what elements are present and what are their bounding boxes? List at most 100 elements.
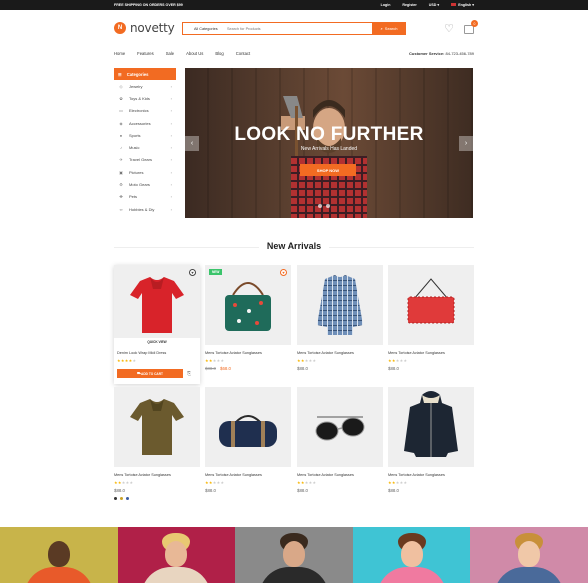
slider-dot[interactable]	[318, 204, 322, 208]
search-input[interactable]	[227, 23, 372, 34]
banner-subtitle: New Arrivals Has Landed	[300, 146, 358, 152]
hero-banner: LOOK NO FURTHER New Arrivals Has Landed …	[185, 68, 473, 218]
register-link[interactable]: Register	[402, 3, 416, 7]
product-price: $88.0	[205, 488, 216, 493]
nav-blog[interactable]: Blog	[215, 51, 223, 56]
category-menu-header[interactable]: ☰ Categories	[114, 68, 176, 80]
category-item-sports[interactable]: ● Sports ›	[114, 129, 176, 141]
product-image[interactable]	[388, 265, 474, 345]
promo-text: FREE SHIPPING ON ORDERS OVER $99	[114, 3, 183, 7]
product-card[interactable]: Mens Tortoise Aviator Sunglasses ★★★★★ $…	[114, 387, 200, 500]
nav-sale[interactable]: Sale	[166, 51, 174, 56]
rating-stars: ★★★★★	[297, 358, 317, 363]
product-image[interactable]	[297, 387, 383, 467]
color-swatches	[114, 497, 200, 500]
product-name[interactable]: Mens Tortoise Aviator Sunglasses	[388, 351, 474, 355]
category-label: Moto Gears	[129, 182, 150, 188]
product-card[interactable]: Mens Tortoise Aviator Sunglasses ★★★★★ $…	[297, 387, 383, 493]
product-card[interactable]: Mens Tortoise Aviator Sunglasses ★★★★★ $…	[388, 387, 474, 493]
product-name[interactable]: Mens Tortoise Aviator Sunglasses	[297, 473, 383, 477]
product-card[interactable]: Mens Tortoise Aviator Sunglasses ★★★★★ $…	[388, 265, 474, 371]
search-category-select[interactable]: All Categories	[183, 27, 227, 31]
slider-prev-arrow[interactable]: ‹	[185, 136, 199, 151]
clothing-shape	[23, 567, 94, 583]
red-clutch-image	[407, 278, 455, 324]
music-icon: ♪	[120, 145, 122, 151]
slider-dot[interactable]	[326, 204, 330, 208]
promo-tile-fashion[interactable]	[352, 527, 471, 583]
product-card[interactable]: ♥ QUICK VIEW Denim Look Wrap Midi Dress …	[114, 265, 200, 384]
product-image[interactable]	[205, 387, 291, 467]
color-swatch[interactable]	[126, 497, 129, 500]
bike-icon: ∞	[119, 206, 123, 212]
product-card[interactable]: NEW ♥ Mens Tortoise Aviator Sunglasses ★…	[205, 265, 291, 371]
category-label: Music	[129, 145, 140, 151]
category-item-pictures[interactable]: ▣ Pictures ›	[114, 166, 176, 178]
logo-mark: N	[114, 22, 126, 34]
product-card[interactable]: Mens Tortoise Aviator Sunglasses ★★★★★ $…	[205, 387, 291, 493]
chevron-right-icon: ›	[170, 120, 172, 126]
search-button-label: Search	[384, 26, 398, 31]
color-swatch[interactable]	[120, 497, 123, 500]
category-item-accessories[interactable]: ◈ Accessories ›	[114, 117, 176, 129]
product-image[interactable]	[297, 265, 383, 345]
person-head	[282, 541, 305, 567]
nav-about-us[interactable]: About Us	[186, 51, 203, 56]
category-item-toys[interactable]: ✿ Toys & Kids ›	[114, 92, 176, 104]
login-link[interactable]: Login	[381, 3, 391, 7]
product-image[interactable]	[388, 387, 474, 467]
promo-tile-men[interactable]	[0, 527, 118, 583]
nav-contact[interactable]: Contact	[236, 51, 250, 56]
wishlist-heart-icon[interactable]: ♥	[280, 269, 287, 276]
promo-tile-accessories[interactable]	[235, 527, 353, 583]
add-to-cart-button[interactable]: ⛟ ADD TO CART	[117, 369, 183, 378]
category-item-music[interactable]: ♪ Music ›	[114, 141, 176, 153]
product-price: $88.0	[297, 488, 308, 493]
currency-label: USD	[428, 3, 437, 7]
color-swatch[interactable]	[114, 497, 117, 500]
category-item-electronics[interactable]: ▭ Electronics ›	[114, 105, 176, 117]
shopping-bag-icon[interactable]: 0	[464, 20, 478, 34]
plaid-shirt-image	[317, 275, 363, 335]
rating-stars: ★★★★★	[205, 358, 225, 363]
nav-features[interactable]: Features	[137, 51, 154, 56]
search-icon: ⌕	[380, 26, 383, 31]
add-to-cart-label: ADD TO CART	[141, 371, 163, 376]
compare-icon[interactable]: ⎘	[187, 371, 191, 377]
product-image[interactable]: NEW ♥	[205, 265, 291, 345]
category-item-jewelry[interactable]: ◇ Jewelry ›	[114, 80, 176, 92]
language-select[interactable]: English ▾	[451, 3, 474, 7]
heart-icon[interactable]: ♡	[444, 24, 454, 35]
menu-icon: ☰	[118, 71, 122, 77]
flag-icon	[451, 3, 457, 6]
category-menu-title: Categories	[126, 71, 149, 77]
logo-text: novetty	[130, 21, 175, 35]
product-image[interactable]	[114, 387, 200, 467]
shop-now-button[interactable]: SHOP NOW	[300, 164, 356, 176]
product-image[interactable]: ♥ QUICK VIEW	[114, 265, 200, 345]
red-polo-shirt-image	[130, 277, 184, 333]
currency-select[interactable]: USD ▾	[429, 3, 439, 7]
product-name[interactable]: Mens Tortoise Aviator Sunglasses	[297, 351, 383, 355]
search-button[interactable]: ⌕ Search	[372, 22, 406, 35]
category-item-pets[interactable]: ✤ Pets ›	[114, 191, 176, 203]
nav-home[interactable]: Home	[114, 51, 125, 56]
product-name[interactable]: Mens Tortoise Aviator Sunglasses	[205, 473, 291, 477]
category-item-hobbies[interactable]: ∞ Hobbies & Diy ›	[114, 203, 176, 215]
product-name[interactable]: Denim Look Wrap Midi Dress	[114, 351, 200, 355]
product-name[interactable]: Mens Tortoise Aviator Sunglasses	[205, 351, 291, 355]
promo-tile-women[interactable]	[117, 527, 236, 583]
category-label: Travel Gears	[129, 157, 152, 163]
product-card[interactable]: Mens Tortoise Aviator Sunglasses ★★★★★ $…	[297, 265, 383, 371]
old-price: $88.0	[205, 366, 216, 371]
quick-view-button[interactable]: QUICK VIEW	[114, 338, 200, 345]
product-price: $88.0	[114, 488, 125, 493]
category-item-travel-gears[interactable]: ✈ Travel Gears ›	[114, 154, 176, 166]
category-item-moto-gears[interactable]: ⚙ Moto Gears ›	[114, 178, 176, 190]
product-name[interactable]: Mens Tortoise Aviator Sunglasses	[114, 473, 200, 477]
slider-next-arrow[interactable]: ›	[459, 136, 473, 151]
promo-tile-kids[interactable]	[470, 527, 588, 583]
logo[interactable]: N novetty	[114, 21, 175, 35]
wishlist-heart-icon[interactable]: ♥	[189, 269, 196, 276]
product-name[interactable]: Mens Tortoise Aviator Sunglasses	[388, 473, 474, 477]
